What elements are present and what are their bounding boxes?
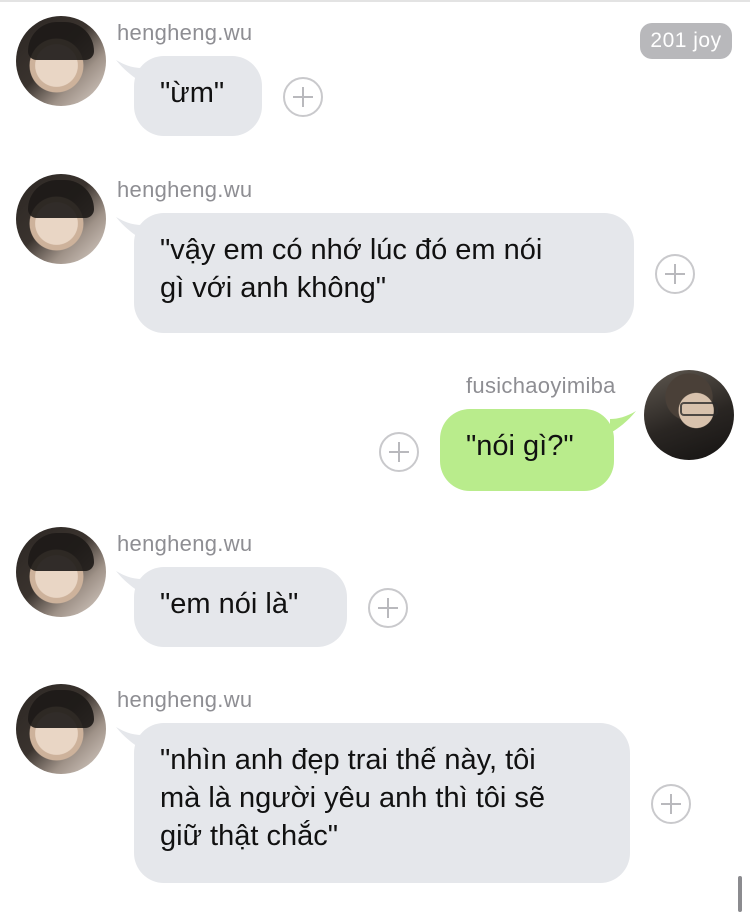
plus-circle-icon[interactable] [283, 77, 323, 117]
message-bubble[interactable]: "em nói là" [134, 567, 347, 647]
sender-name: hengheng.wu [117, 177, 253, 202]
message-bubble[interactable]: "nhìn anh đẹp trai thế này, tôi mà là ng… [134, 723, 630, 883]
avatar[interactable] [16, 684, 106, 774]
message-bubble[interactable]: "nói gì?" [440, 409, 614, 491]
bubble-tail [610, 411, 636, 433]
top-divider [0, 0, 750, 2]
sender-name: hengheng.wu [117, 20, 253, 45]
message-bubble[interactable]: "vậy em có nhớ lúc đó em nói gì với anh … [134, 213, 634, 333]
reaction-count-badge[interactable]: 201 joy [640, 23, 732, 59]
message-bubble[interactable]: "ừm" [134, 56, 262, 136]
plus-circle-icon[interactable] [655, 254, 695, 294]
plus-circle-icon[interactable] [368, 588, 408, 628]
plus-circle-icon[interactable] [379, 432, 419, 472]
avatar[interactable] [16, 16, 106, 106]
avatar[interactable] [16, 174, 106, 264]
plus-circle-icon[interactable] [651, 784, 691, 824]
scrollbar[interactable] [738, 876, 742, 912]
avatar[interactable] [644, 370, 734, 460]
sender-name: hengheng.wu [117, 531, 253, 556]
sender-name: hengheng.wu [117, 687, 253, 712]
sender-name: fusichaoyimiba [466, 373, 616, 398]
avatar[interactable] [16, 527, 106, 617]
